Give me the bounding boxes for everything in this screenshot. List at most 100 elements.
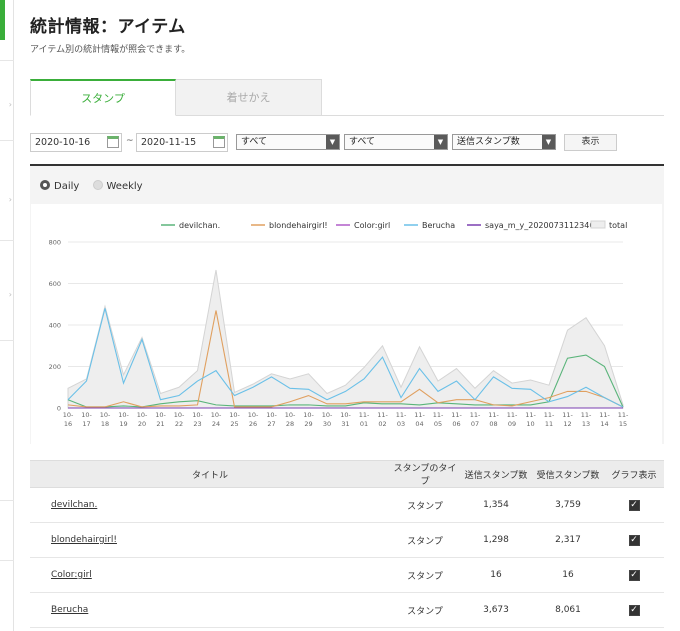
sidebar-divider [0, 60, 14, 61]
x-tick-label: 10-21 [155, 411, 166, 428]
dropdown-arrow-icon: ▼ [434, 135, 447, 149]
y-tick-label: 200 [49, 363, 61, 371]
legend-swatch [590, 220, 606, 229]
x-tick-label: 11-03 [396, 411, 407, 428]
col-received: 受信スタンプ数 [532, 460, 604, 488]
item-type: スタンプ [390, 592, 460, 628]
tab-stamps[interactable]: スタンプ [30, 79, 176, 116]
x-tick-label: 11-02 [377, 411, 388, 428]
period-toggle: Daily Weekly [40, 180, 153, 192]
graph-checkbox[interactable]: ✓ [628, 569, 640, 581]
table-row: blondehairgirl! スタンプ 1,298 2,317 ✓ [30, 522, 664, 558]
received-count: 3,759 [532, 487, 604, 523]
sent-count: 3,673 [460, 592, 532, 628]
item-title-link[interactable]: Color:girl [51, 570, 92, 580]
x-tick-label: 10-28 [285, 411, 296, 428]
sidebar-divider [0, 560, 14, 561]
x-tick-label: 10-20 [137, 411, 148, 428]
table-row: devilchan. スタンプ 1,354 3,759 ✓ [30, 487, 664, 523]
calendar-icon[interactable] [107, 136, 119, 148]
table-row: Color:girl スタンプ 16 16 ✓ [30, 557, 664, 593]
filter-select-1[interactable]: すべて ▼ [236, 134, 340, 150]
page-description: アイテム別の統計情報が照会できます。 [30, 45, 191, 55]
y-tick-label: 800 [49, 239, 61, 247]
chart-panel: Daily Weekly 0 200 400 600 800 10-16 10-17 10-1… [30, 164, 664, 444]
legend-label: Berucha [422, 221, 455, 230]
graph-checkbox[interactable]: ✓ [628, 499, 640, 511]
item-type: スタンプ [390, 557, 460, 593]
x-tick-label: 11-08 [488, 411, 499, 428]
x-tick-label: 10-29 [303, 411, 314, 428]
stats-table: タイトル スタンプのタイプ 送信スタンプ数 受信スタンプ数 グラフ表示 devi… [30, 460, 664, 628]
item-tabs: スタンプ 着せかえ [30, 79, 664, 116]
x-tick-label: 10-19 [118, 411, 129, 428]
tab-themes[interactable]: 着せかえ [176, 79, 322, 116]
table-header-row: タイトル スタンプのタイプ 送信スタンプ数 受信スタンプ数 グラフ表示 [30, 460, 664, 488]
date-separator: ~ [126, 136, 134, 146]
chevron-icon[interactable]: › [9, 100, 12, 109]
sidebar-divider [0, 240, 14, 241]
y-tick-label: 600 [49, 280, 61, 288]
filter-bar: 2020-10-16 ~ 2020-11-15 すべて ▼ すべて ▼ 送信スタ… [30, 133, 664, 155]
x-tick-label: 10-18 [100, 411, 111, 428]
dropdown-arrow-icon: ▼ [326, 135, 339, 149]
main-content: 統計情報：アイテム アイテム別の統計情報が照会できます。 スタンプ 着せかえ 2… [30, 0, 664, 631]
graph-checkbox[interactable]: ✓ [628, 604, 640, 616]
legend-label: Color:girl [354, 221, 390, 230]
x-tick-label: 11-10 [525, 411, 536, 428]
graph-checkbox[interactable]: ✓ [628, 534, 640, 546]
series-area-total [67, 269, 624, 409]
dropdown-arrow-icon: ▼ [542, 135, 555, 149]
y-tick-label: 400 [49, 322, 61, 330]
show-button[interactable]: 表示 [564, 134, 617, 151]
col-title: タイトル [30, 460, 390, 488]
sidebar-divider [0, 500, 14, 501]
received-count: 16 [532, 557, 604, 593]
item-title-link[interactable]: blondehairgirl! [51, 535, 117, 545]
x-tick-label: 10-23 [192, 411, 203, 428]
received-count: 2,317 [532, 522, 604, 558]
y-tick-label: 0 [57, 405, 61, 413]
col-sent: 送信スタンプ数 [460, 460, 532, 488]
x-tick-label: 10-30 [322, 411, 333, 428]
x-tick-label: 11-06 [451, 411, 462, 428]
filter-select-2[interactable]: すべて ▼ [344, 134, 448, 150]
sent-count: 16 [460, 557, 532, 593]
page-title: 統計情報：アイテム [30, 17, 186, 37]
item-type: スタンプ [390, 487, 460, 523]
x-tick-label: 11-05 [433, 411, 444, 428]
select-value: すべて [349, 137, 376, 147]
x-tick-label: 10-31 [340, 411, 351, 428]
received-count: 8,061 [532, 592, 604, 628]
daily-radio[interactable] [40, 180, 50, 190]
line-chart: 0 200 400 600 800 10-16 10-17 10-18 10-19 10-20 10… [31, 204, 662, 444]
metric-select[interactable]: 送信スタンプ数 ▼ [452, 134, 556, 150]
x-tick-label: 10-22 [174, 411, 185, 428]
item-type: スタンプ [390, 522, 460, 558]
item-title-link[interactable]: Berucha [51, 605, 88, 615]
weekly-radio[interactable] [92, 180, 103, 190]
sidebar-active-indicator [0, 0, 5, 40]
x-tick-label: 10-16 [63, 411, 74, 428]
x-tick-label: 10-25 [229, 411, 240, 428]
col-type: スタンプのタイプ [390, 460, 460, 488]
x-tick-label: 11-15 [618, 411, 629, 428]
x-tick-label: 11-07 [470, 411, 481, 428]
left-sidebar: › › › [0, 0, 14, 631]
legend-label: devilchan. [179, 221, 220, 230]
legend-label: total [609, 221, 627, 230]
legend-label: blondehairgirl! [269, 221, 328, 230]
item-title-link[interactable]: devilchan. [51, 500, 97, 510]
x-tick-label: 11-04 [414, 411, 425, 428]
x-tick-label: 11-13 [581, 411, 592, 428]
x-tick-label: 10-26 [248, 411, 259, 428]
x-tick-label: 11-01 [359, 411, 370, 428]
daily-label[interactable]: Daily [54, 181, 79, 192]
weekly-label[interactable]: Weekly [107, 181, 143, 192]
calendar-icon[interactable] [213, 136, 225, 148]
legend-label: saya_m_y_20200731123409 [485, 221, 600, 230]
select-value: すべて [241, 137, 268, 147]
chevron-icon[interactable]: › [9, 290, 12, 299]
chevron-icon[interactable]: › [9, 195, 12, 204]
x-tick-label: 10-24 [211, 411, 222, 428]
